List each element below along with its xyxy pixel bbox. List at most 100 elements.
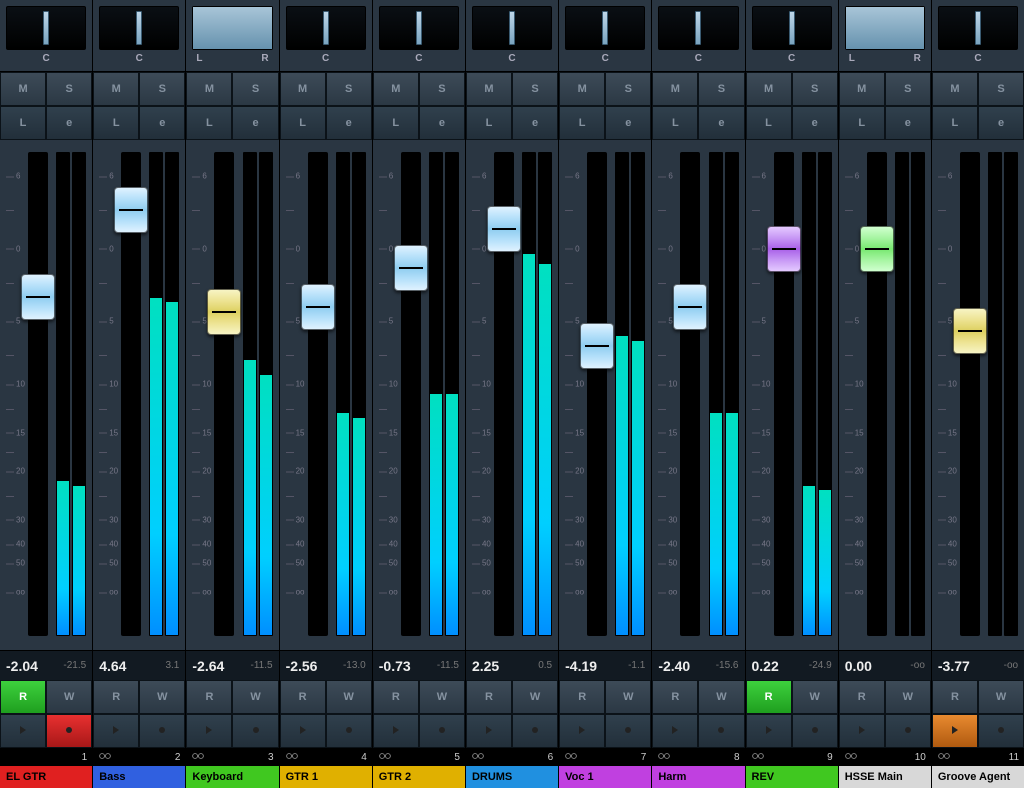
- automation-write-button[interactable]: W: [232, 680, 278, 714]
- pan-control[interactable]: C: [746, 0, 838, 72]
- automation-read-button[interactable]: R: [746, 680, 792, 714]
- pan-control[interactable]: C: [93, 0, 185, 72]
- monitor-button[interactable]: [746, 714, 792, 748]
- monitor-button[interactable]: [186, 714, 232, 748]
- channel-link-icon[interactable]: [844, 751, 858, 764]
- automation-write-button[interactable]: W: [46, 680, 92, 714]
- pan-control[interactable]: C: [932, 0, 1024, 72]
- gain-value[interactable]: 4.64: [99, 658, 126, 674]
- monitor-button[interactable]: [466, 714, 512, 748]
- listen-button[interactable]: L: [0, 106, 46, 140]
- automation-write-button[interactable]: W: [792, 680, 838, 714]
- edit-button[interactable]: e: [419, 106, 465, 140]
- edit-button[interactable]: e: [326, 106, 372, 140]
- automation-read-button[interactable]: R: [280, 680, 326, 714]
- mute-button[interactable]: M: [466, 72, 512, 106]
- automation-write-button[interactable]: W: [326, 680, 372, 714]
- record-enable-button[interactable]: [885, 714, 931, 748]
- automation-write-button[interactable]: W: [698, 680, 744, 714]
- mute-button[interactable]: M: [839, 72, 885, 106]
- automation-read-button[interactable]: R: [93, 680, 139, 714]
- fader-cap[interactable]: [394, 245, 428, 291]
- edit-button[interactable]: e: [46, 106, 92, 140]
- fader-cap[interactable]: [767, 226, 801, 272]
- edit-button[interactable]: e: [139, 106, 185, 140]
- solo-button[interactable]: S: [46, 72, 92, 106]
- edit-button[interactable]: e: [792, 106, 838, 140]
- automation-write-button[interactable]: W: [419, 680, 465, 714]
- record-enable-button[interactable]: [419, 714, 465, 748]
- channel-name-label[interactable]: Voc 1: [559, 766, 651, 788]
- channel-name-label[interactable]: REV: [746, 766, 838, 788]
- listen-button[interactable]: L: [373, 106, 419, 140]
- gain-value[interactable]: -4.19: [565, 658, 597, 674]
- channel-name-label[interactable]: Harm: [652, 766, 744, 788]
- record-enable-button[interactable]: [232, 714, 278, 748]
- automation-read-button[interactable]: R: [652, 680, 698, 714]
- solo-button[interactable]: S: [605, 72, 651, 106]
- gain-value[interactable]: -2.64: [192, 658, 224, 674]
- listen-button[interactable]: L: [652, 106, 698, 140]
- channel-name-label[interactable]: Bass: [93, 766, 185, 788]
- mute-button[interactable]: M: [559, 72, 605, 106]
- fader-cap[interactable]: [953, 308, 987, 354]
- automation-write-button[interactable]: W: [139, 680, 185, 714]
- listen-button[interactable]: L: [93, 106, 139, 140]
- fader-cap[interactable]: [21, 274, 55, 320]
- pan-control[interactable]: C: [466, 0, 558, 72]
- solo-button[interactable]: S: [326, 72, 372, 106]
- record-enable-button[interactable]: [698, 714, 744, 748]
- channel-name-label[interactable]: GTR 2: [373, 766, 465, 788]
- listen-button[interactable]: L: [186, 106, 232, 140]
- gain-value[interactable]: -0.73: [379, 658, 411, 674]
- channel-link-icon[interactable]: [937, 751, 951, 764]
- listen-button[interactable]: L: [466, 106, 512, 140]
- fader-cap[interactable]: [207, 289, 241, 335]
- automation-write-button[interactable]: W: [885, 680, 931, 714]
- channel-link-icon[interactable]: [751, 751, 765, 764]
- solo-button[interactable]: S: [978, 72, 1024, 106]
- solo-button[interactable]: S: [512, 72, 558, 106]
- edit-button[interactable]: e: [978, 106, 1024, 140]
- listen-button[interactable]: L: [559, 106, 605, 140]
- gain-value[interactable]: 2.25: [472, 658, 499, 674]
- edit-button[interactable]: e: [512, 106, 558, 140]
- channel-link-icon[interactable]: [285, 751, 299, 764]
- gain-value[interactable]: 0.00: [845, 658, 872, 674]
- pan-control[interactable]: C: [652, 0, 744, 72]
- mute-button[interactable]: M: [652, 72, 698, 106]
- monitor-button[interactable]: [0, 714, 46, 748]
- automation-write-button[interactable]: W: [512, 680, 558, 714]
- gain-value[interactable]: -2.56: [286, 658, 318, 674]
- monitor-button[interactable]: [932, 714, 978, 748]
- fader-cap[interactable]: [301, 284, 335, 330]
- solo-button[interactable]: S: [698, 72, 744, 106]
- monitor-button[interactable]: [559, 714, 605, 748]
- channel-name-label[interactable]: Groove Agent: [932, 766, 1024, 788]
- record-enable-button[interactable]: [326, 714, 372, 748]
- channel-name-label[interactable]: HSSE Main: [839, 766, 931, 788]
- listen-button[interactable]: L: [839, 106, 885, 140]
- monitor-button[interactable]: [373, 714, 419, 748]
- pan-control[interactable]: C: [559, 0, 651, 72]
- channel-name-label[interactable]: Keyboard: [186, 766, 278, 788]
- mute-button[interactable]: M: [186, 72, 232, 106]
- fader-cap[interactable]: [673, 284, 707, 330]
- monitor-button[interactable]: [839, 714, 885, 748]
- automation-read-button[interactable]: R: [0, 680, 46, 714]
- channel-link-icon[interactable]: [191, 751, 205, 764]
- record-enable-button[interactable]: [605, 714, 651, 748]
- pan-control[interactable]: LR: [186, 0, 278, 72]
- record-enable-button[interactable]: [46, 714, 92, 748]
- gain-value[interactable]: 0.22: [752, 658, 779, 674]
- gain-value[interactable]: -2.40: [658, 658, 690, 674]
- automation-read-button[interactable]: R: [932, 680, 978, 714]
- mute-button[interactable]: M: [373, 72, 419, 106]
- automation-write-button[interactable]: W: [605, 680, 651, 714]
- pan-control[interactable]: C: [373, 0, 465, 72]
- gain-value[interactable]: -3.77: [938, 658, 970, 674]
- pan-control[interactable]: C: [280, 0, 372, 72]
- channel-name-label[interactable]: GTR 1: [280, 766, 372, 788]
- mute-button[interactable]: M: [0, 72, 46, 106]
- listen-button[interactable]: L: [932, 106, 978, 140]
